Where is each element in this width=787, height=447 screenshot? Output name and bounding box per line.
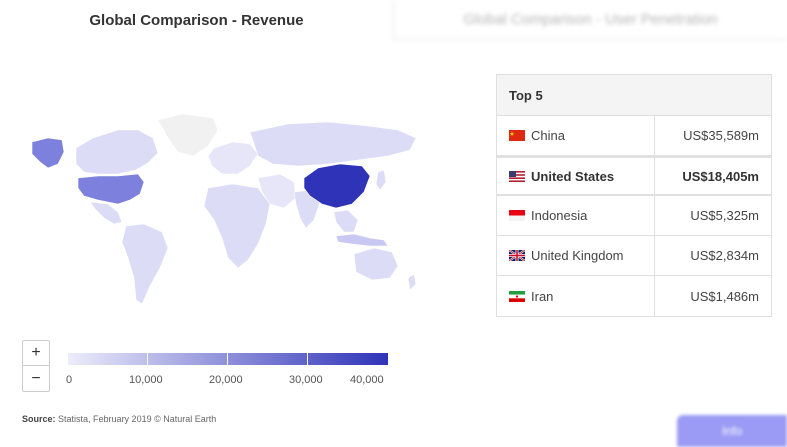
tab-revenue[interactable]: Global Comparison - Revenue <box>0 0 393 40</box>
china-flag-icon <box>509 130 525 141</box>
revenue-value: US$18,405m <box>682 168 759 184</box>
revenue-value: US$35,589m <box>683 128 759 143</box>
country-name: China <box>531 128 565 143</box>
map-region-russia <box>249 121 417 167</box>
country-cell: United Kingdom <box>497 236 655 275</box>
scale-divider <box>147 353 148 365</box>
country-name: United Kingdom <box>531 248 624 263</box>
country-cell: United States <box>497 158 655 194</box>
table-row: China US$35,589m <box>497 116 771 156</box>
revenue-value: US$1,486m <box>690 288 759 304</box>
top5-title: Top 5 <box>497 75 771 116</box>
zoom-out-button[interactable]: − <box>22 366 50 392</box>
map-region-mexico <box>89 201 123 225</box>
scale-tick-label: 30,000 <box>289 374 323 386</box>
country-name: Iran <box>531 288 554 304</box>
map-region-indonesia <box>335 233 389 247</box>
source-note: Source: Statista, February 2019 © Natura… <box>22 414 216 424</box>
info-button[interactable]: Info <box>677 415 787 447</box>
united-states-flag-icon <box>509 170 525 182</box>
color-scale-bar <box>68 353 388 365</box>
world-map[interactable] <box>18 108 420 310</box>
table-row: Iran US$1,486m <box>497 276 771 316</box>
iran-flag-icon <box>509 290 525 302</box>
scale-tick-label: 40,000 <box>350 374 384 386</box>
zoom-in-button[interactable]: + <box>22 340 50 366</box>
top5-table: Top 5 China US$35,589m United States US$… <box>496 74 772 317</box>
map-region-europe <box>207 141 259 175</box>
revenue-value: US$2,834m <box>690 248 759 263</box>
map-region-united-states <box>77 173 145 205</box>
map-region-new-zealand <box>407 273 417 291</box>
country-cell: Indonesia <box>497 196 655 235</box>
map-region-australia <box>353 247 399 281</box>
map-region-alaska <box>31 137 65 169</box>
country-name: United States <box>531 168 615 184</box>
country-name: Indonesia <box>531 208 588 223</box>
indonesia-flag-icon <box>509 210 525 221</box>
scale-tick-label: 10,000 <box>129 374 163 386</box>
united-kingdom-flag-icon <box>509 250 525 261</box>
revenue-value: US$5,325m <box>690 208 759 223</box>
table-row: Indonesia US$5,325m <box>497 196 771 236</box>
map-region-south-america <box>121 223 169 305</box>
country-cell: China <box>497 116 655 155</box>
scale-divider <box>227 353 228 365</box>
map-region-greenland <box>157 113 219 157</box>
map-region-canada <box>75 129 159 175</box>
table-row: United States US$18,405m <box>497 156 771 196</box>
table-row: United Kingdom US$2,834m <box>497 236 771 276</box>
scale-tick-label: 0 <box>66 374 73 386</box>
map-region-africa <box>203 183 271 269</box>
source-label: Source: <box>22 414 56 424</box>
source-text: Statista, February 2019 © Natural Earth <box>58 414 217 424</box>
map-region-southeast-asia <box>333 209 359 233</box>
scale-divider <box>307 353 308 365</box>
tab-user-penetration[interactable]: Global Comparison - User Penetration <box>393 0 787 40</box>
country-cell: Iran <box>497 276 655 316</box>
scale-tick-label: 20,000 <box>209 374 243 386</box>
map-region-japan <box>375 169 387 191</box>
